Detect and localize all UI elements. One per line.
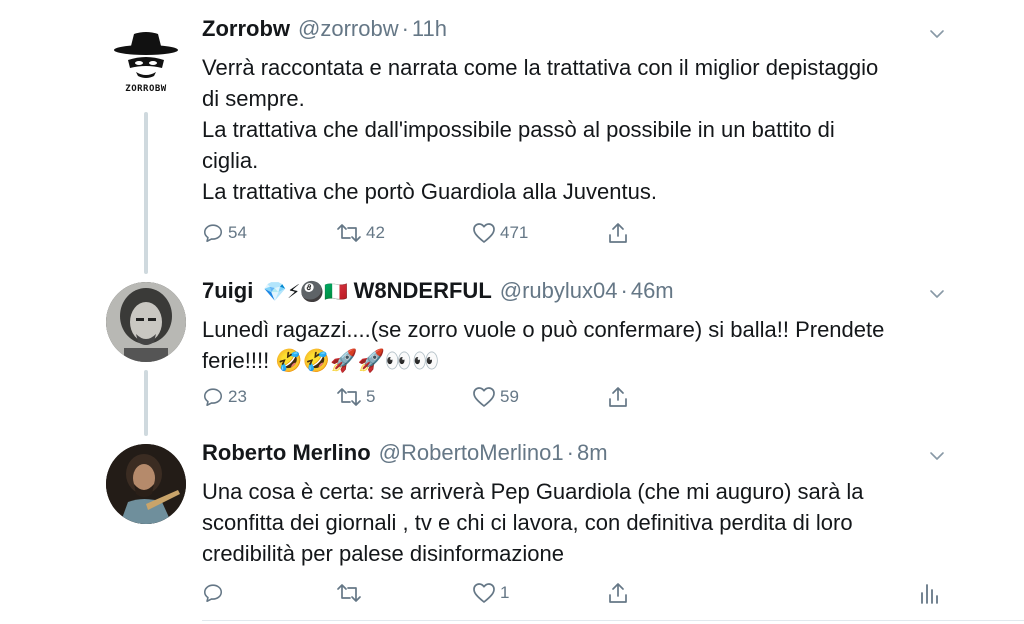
- chevron-down-icon[interactable]: [928, 285, 946, 303]
- reply-button[interactable]: 54: [202, 222, 247, 244]
- tweet-header: Roberto Merlino @RobertoMerlino1 · 8m: [202, 440, 928, 470]
- retweet-button[interactable]: 5: [336, 386, 375, 408]
- tweet-text-line: La trattativa che dall'impossibile passò…: [202, 117, 835, 142]
- heart-icon: [473, 583, 495, 603]
- like-button[interactable]: 471: [472, 222, 528, 244]
- divider: [202, 620, 1024, 621]
- tweet-text-line: ferie!!!! 🤣🤣🚀🚀👀👀: [202, 348, 440, 373]
- like-button[interactable]: 1: [472, 582, 509, 604]
- tweet-text-line: credibilità per palese disinformazione: [202, 541, 564, 566]
- share-button[interactable]: [606, 581, 630, 605]
- reply-icon: [203, 584, 223, 603]
- retweet-button[interactable]: [336, 582, 366, 604]
- reply-icon: [203, 224, 223, 243]
- analytics-button[interactable]: [918, 581, 940, 605]
- tweet[interactable]: ZORROBW Zorrobw @zorrobw · 11h Verrà rac…: [0, 0, 1024, 260]
- retweet-count: 5: [366, 387, 376, 406]
- reply-count: 23: [228, 387, 247, 406]
- tweet[interactable]: Roberto Merlino @RobertoMerlino1 · 8m Un…: [0, 430, 1024, 624]
- chevron-down-icon[interactable]: [928, 447, 946, 465]
- reply-count: 54: [228, 223, 247, 242]
- name-emojis: 💎⚡🎱🇮🇹: [263, 282, 348, 303]
- reply-button[interactable]: [202, 582, 228, 604]
- tweet-text-line: ciglia.: [202, 148, 259, 173]
- like-count: 59: [500, 387, 519, 406]
- user-handle[interactable]: @RobertoMerlino1: [379, 440, 564, 466]
- tweet-text-line: Una cosa è certa: se arriverà Pep Guardi…: [202, 479, 864, 504]
- like-count: 471: [500, 223, 529, 242]
- avatar-photo: [106, 282, 186, 362]
- display-name-suffix[interactable]: W8NDERFUL: [354, 278, 492, 304]
- timestamp[interactable]: 8m: [577, 440, 608, 466]
- reply-button[interactable]: 23: [202, 386, 247, 408]
- tweet-text-line: di sempre.: [202, 86, 305, 111]
- avatar[interactable]: [106, 444, 186, 524]
- display-name[interactable]: Roberto Merlino: [202, 440, 371, 466]
- separator: ·: [566, 440, 574, 465]
- display-name[interactable]: 7uigi: [202, 278, 253, 304]
- tweet-text: Una cosa è certa: se arriverà Pep Guardi…: [202, 476, 928, 569]
- share-icon: [609, 223, 627, 243]
- timestamp[interactable]: 11h: [412, 16, 447, 42]
- retweet-icon: [337, 224, 361, 242]
- retweet-button[interactable]: 42: [336, 222, 385, 244]
- avatar[interactable]: ZORROBW: [106, 22, 186, 102]
- share-button[interactable]: [606, 385, 630, 409]
- retweet-count: 42: [366, 223, 385, 242]
- retweet-icon: [337, 584, 361, 602]
- display-name[interactable]: Zorrobw: [202, 16, 290, 42]
- separator: ·: [401, 16, 409, 41]
- like-count: 1: [500, 583, 510, 602]
- share-button[interactable]: [606, 221, 630, 245]
- avatar[interactable]: [106, 282, 186, 362]
- user-handle[interactable]: @zorrobw: [298, 16, 399, 42]
- separator: ·: [620, 278, 628, 303]
- avatar-photo: [106, 444, 186, 524]
- retweet-icon: [337, 388, 361, 406]
- analytics-icon: [921, 584, 938, 604]
- heart-icon: [473, 223, 495, 243]
- tweet[interactable]: 7uigi 💎⚡🎱🇮🇹 W8NDERFUL @rubylux04 · 46m L…: [0, 260, 1024, 430]
- share-icon: [609, 583, 627, 603]
- user-handle[interactable]: @rubylux04: [500, 278, 618, 304]
- tweet-header: 7uigi 💎⚡🎱🇮🇹 W8NDERFUL @rubylux04 · 46m: [202, 278, 928, 308]
- chevron-down-icon[interactable]: [928, 25, 946, 43]
- tweet-text-line: Lunedì ragazzi....(se zorro vuole o può …: [202, 317, 885, 342]
- tweet-text: Lunedì ragazzi....(se zorro vuole o può …: [202, 314, 928, 376]
- reply-icon: [203, 388, 223, 407]
- like-button[interactable]: 59: [472, 386, 519, 408]
- tweet-text-line: Verrà raccontata e narrata come la tratt…: [202, 55, 879, 80]
- timestamp[interactable]: 46m: [631, 278, 674, 304]
- heart-icon: [473, 387, 495, 407]
- share-icon: [609, 387, 627, 407]
- tweet-text-line: La trattativa che portò Guardiola alla J…: [202, 179, 657, 204]
- avatar-label: ZORROBW: [125, 84, 167, 94]
- tweet-text-line: sconfitta dei giornali , tv e chi ci lav…: [202, 510, 853, 535]
- tweet-header: Zorrobw @zorrobw · 11h: [202, 16, 928, 46]
- tweet-text: Verrà raccontata e narrata come la tratt…: [202, 52, 928, 207]
